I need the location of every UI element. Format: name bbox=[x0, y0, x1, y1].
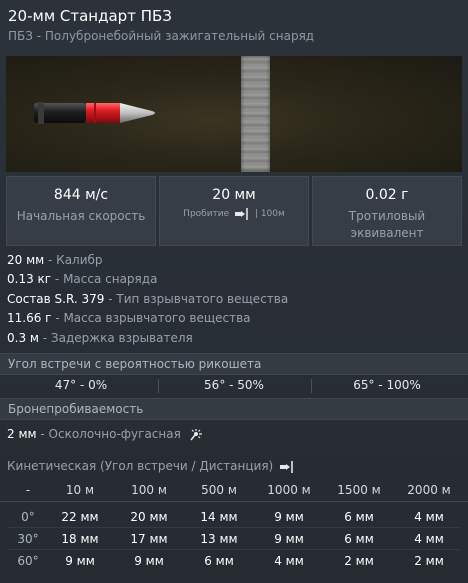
he-value: 2 мм bbox=[7, 427, 37, 441]
distance-header: 10 м bbox=[65, 483, 95, 497]
value-cell: 2 мм bbox=[344, 554, 374, 568]
penetration-stat: 20 мм Пробитие | 100м bbox=[159, 176, 309, 246]
value-cell: 6 мм bbox=[344, 510, 374, 524]
stats-row: 844 м/с Начальная скорость 20 мм Пробити… bbox=[6, 176, 462, 246]
ricochet-section-header: Угол встречи с вероятностью рикошета bbox=[0, 353, 468, 375]
table-row: 60° 9 мм 9 мм 6 мм 4 мм 2 мм 2 мм bbox=[0, 552, 468, 572]
ricochet-title: Угол встречи с вероятностью рикошета bbox=[8, 357, 262, 371]
value-cell: 6 мм bbox=[204, 554, 234, 568]
ricochet-item: 65° - 100% bbox=[353, 378, 421, 392]
ricochet-row: 47° - 0% 56° - 50% 65° - 100% bbox=[0, 376, 468, 396]
ricochet-item: 56° - 50% bbox=[204, 378, 264, 392]
kinetic-title: Кинетическая (Угол встречи / Дистанция) bbox=[7, 459, 274, 473]
penetration-label: Пробитие bbox=[183, 209, 230, 219]
velocity-label: Начальная скорость bbox=[16, 209, 146, 223]
armor-section-header: Бронепробиваемость bbox=[0, 398, 468, 420]
velocity-stat: 844 м/с Начальная скорость bbox=[6, 176, 156, 246]
penetration-value: 20 мм bbox=[212, 187, 256, 203]
tnt-stat: 0.02 г Тротиловый эквивалент bbox=[312, 176, 462, 246]
distance-header: 2000 м bbox=[407, 483, 451, 497]
velocity-value: 844 м/с bbox=[53, 187, 109, 203]
prop-explosive-type: Состав S.R. 379 - Тип взрывчатого вещест… bbox=[7, 291, 289, 306]
tnt-value: 0.02 г bbox=[365, 187, 409, 203]
prop-caliber: 20 мм - Калибр bbox=[7, 253, 103, 267]
tnt-label: Тротиловый эквивалент bbox=[348, 209, 426, 240]
distance-header: 1500 м bbox=[337, 483, 381, 497]
penetration-icon bbox=[280, 460, 294, 473]
prop-mass: 0.13 кг - Масса снаряда bbox=[7, 272, 158, 287]
kinetic-title-row: Кинетическая (Угол встречи / Дистанция) bbox=[7, 459, 297, 473]
row-divider bbox=[8, 549, 460, 550]
armor-title: Бронепробиваемость bbox=[8, 402, 144, 416]
value-cell: 9 мм bbox=[274, 532, 304, 546]
table-row: 30° 18 мм 17 мм 13 мм 9 мм 6 мм 4 мм bbox=[0, 530, 468, 550]
penetration-icon bbox=[235, 208, 249, 220]
value-cell: 9 мм bbox=[65, 554, 95, 568]
he-label: - Осколочно-фугасная bbox=[40, 427, 181, 441]
distance-header: 500 м bbox=[201, 483, 237, 497]
prop-explosive-mass: 11.66 г - Масса взрывчатого вещества bbox=[7, 311, 251, 326]
row-divider bbox=[8, 527, 460, 528]
angle-cell: 60° bbox=[17, 554, 39, 568]
table-corner: - bbox=[25, 483, 31, 497]
value-cell: 9 мм bbox=[274, 510, 304, 524]
shell-title: 20-мм Стандарт ПБЗ bbox=[8, 7, 172, 25]
prop-fuse-delay: 0.3 м - Задержка взрывателя bbox=[7, 330, 193, 345]
table-header-row: - 10 м 100 м 500 м 1000 м 1500 м 2000 м bbox=[0, 481, 468, 502]
shell-preview bbox=[6, 56, 462, 172]
shell-subtitle: ПБЗ - Полубронебойный зажигательный снар… bbox=[8, 29, 315, 43]
burst-icon bbox=[190, 428, 202, 440]
properties-list: 20 мм - Калибр 0.13 кг - Масса снаряда С… bbox=[7, 253, 288, 350]
value-cell: 18 мм bbox=[61, 532, 99, 546]
penetration-range: | 100м bbox=[254, 209, 285, 219]
angle-cell: 0° bbox=[21, 510, 35, 524]
ricochet-item: 47° - 0% bbox=[54, 378, 108, 392]
angle-cell: 30° bbox=[17, 532, 39, 546]
value-cell: 13 мм bbox=[200, 532, 238, 546]
distance-header: 100 м bbox=[131, 483, 167, 497]
shell-model-icon bbox=[34, 102, 155, 124]
armor-plate bbox=[241, 56, 270, 172]
kinetic-penetration-table: - 10 м 100 м 500 м 1000 м 1500 м 2000 м … bbox=[0, 481, 468, 572]
value-cell: 20 мм bbox=[130, 510, 168, 524]
he-penetration-row: 2 мм - Осколочно-фугасная bbox=[7, 427, 203, 442]
value-cell: 9 мм bbox=[134, 554, 164, 568]
shell-info-card: 20-мм Стандарт ПБЗ ПБЗ - Полубронебойный… bbox=[0, 0, 468, 583]
value-cell: 2 мм bbox=[414, 554, 444, 568]
penetration-label-row: Пробитие | 100м bbox=[160, 208, 308, 220]
value-cell: 4 мм bbox=[414, 532, 444, 546]
value-cell: 14 мм bbox=[200, 510, 238, 524]
value-cell: 4 мм bbox=[414, 510, 444, 524]
value-cell: 22 мм bbox=[61, 510, 99, 524]
distance-header: 1000 м bbox=[267, 483, 311, 497]
value-cell: 4 мм bbox=[274, 554, 304, 568]
value-cell: 6 мм bbox=[344, 532, 374, 546]
value-cell: 17 мм bbox=[130, 532, 168, 546]
table-row: 0° 22 мм 20 мм 14 мм 9 мм 6 мм 4 мм bbox=[0, 508, 468, 528]
